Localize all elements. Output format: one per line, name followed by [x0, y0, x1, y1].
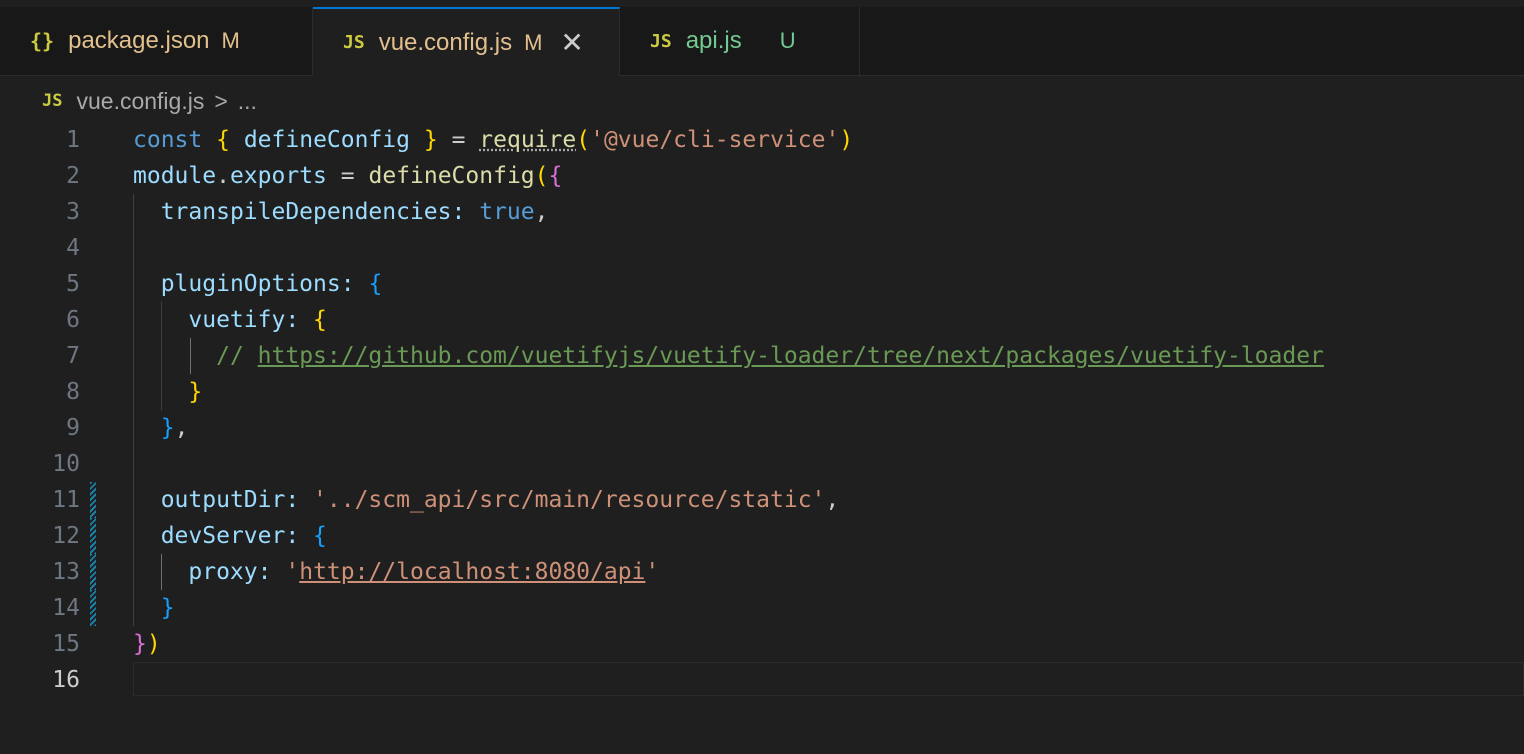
line-number: 9: [66, 415, 80, 441]
modified-line-indicator[interactable]: [90, 482, 96, 518]
code-line: 1 const { defineConfig } = require('@vue…: [0, 122, 1524, 158]
modified-line-indicator[interactable]: [90, 590, 96, 626]
line-content: pluginOptions: {: [160, 271, 383, 297]
code-line: 7 // https://github.com/vuetifyjs/vuetif…: [0, 338, 1524, 374]
tab-label: vue.config.js: [378, 28, 513, 56]
line-number: 7: [66, 343, 80, 369]
modified-line-indicator[interactable]: [90, 554, 96, 590]
code-line: 3 transpileDependencies: true,: [0, 194, 1524, 230]
code-line: 4: [0, 230, 1524, 266]
line-number: 8: [66, 379, 80, 405]
modified-line-indicator[interactable]: [90, 518, 96, 554]
line-content: devServer: {: [160, 523, 327, 549]
comment-link[interactable]: https://github.com/vuetifyjs/vuetify-loa…: [258, 343, 1324, 369]
line-number: 14: [52, 595, 80, 621]
breadcrumb-more[interactable]: ...: [238, 88, 257, 115]
code-line: 9 },: [0, 410, 1524, 446]
line-content: }: [160, 595, 175, 621]
line-number: 4: [66, 235, 80, 261]
js-file-icon: JS: [42, 91, 63, 111]
tab-api-js[interactable]: JS api.js U: [620, 7, 860, 75]
line-content: proxy: 'http://localhost:8080/api': [188, 559, 660, 585]
code-line: 14 }: [0, 590, 1524, 626]
line-content: transpileDependencies: true,: [160, 199, 549, 225]
line-content: },: [160, 415, 189, 441]
line-content: }: [188, 379, 203, 405]
proxy-url-link[interactable]: http://localhost:8080/api: [299, 559, 645, 585]
line-content: vuetify: {: [188, 307, 327, 333]
code-line: 8 }: [0, 374, 1524, 410]
line-content: }): [133, 631, 161, 657]
code-line-current: 16: [0, 662, 1524, 698]
line-content: // https://github.com/vuetifyjs/vuetify-…: [216, 343, 1324, 369]
breadcrumb: JS vue.config.js > ...: [42, 84, 257, 118]
line-number: 10: [52, 451, 80, 477]
line-number: 16: [52, 667, 80, 693]
tab-label: api.js: [685, 27, 742, 54]
line-number: 13: [52, 559, 80, 585]
code-line: 2 module.exports = defineConfig({: [0, 158, 1524, 194]
line-number: 5: [66, 271, 80, 297]
indent-guide: [133, 446, 134, 482]
line-number: 12: [52, 523, 80, 549]
js-file-icon: JS: [650, 30, 672, 52]
code-line: 10: [0, 446, 1524, 482]
line-number: 11: [52, 487, 80, 513]
tab-bar: {} package.json M JS vue.config.js M ✕ J…: [0, 0, 1524, 76]
line-number: 1: [66, 127, 80, 153]
json-file-icon: {}: [30, 29, 55, 53]
line-number: 15: [52, 631, 80, 657]
line-content: outputDir: '../scm_api/src/main/resource…: [160, 487, 840, 513]
code-editor[interactable]: 1 const { defineConfig } = require('@vue…: [0, 122, 1524, 698]
chevron-right-icon: >: [214, 87, 228, 114]
git-status-badge: U: [779, 28, 796, 53]
line-number: 6: [66, 307, 80, 333]
code-line: 13 proxy: 'http://localhost:8080/api': [0, 554, 1524, 590]
line-number: 2: [66, 163, 80, 189]
current-line-highlight[interactable]: [133, 662, 1524, 696]
git-status-badge: M: [524, 29, 543, 55]
tab-package-json[interactable]: {} package.json M: [0, 7, 313, 75]
tab-label: package.json: [68, 27, 210, 54]
close-icon[interactable]: ✕: [560, 28, 583, 57]
indent-guide: [133, 230, 134, 266]
code-line: 15 }): [0, 626, 1524, 662]
line-number: 3: [66, 199, 80, 225]
code-line: 11 outputDir: '../scm_api/src/main/resou…: [0, 482, 1524, 518]
js-file-icon: JS: [343, 32, 365, 53]
git-status-badge: M: [221, 28, 240, 53]
code-line: 12 devServer: {: [0, 518, 1524, 554]
breadcrumb-file[interactable]: vue.config.js: [76, 88, 204, 115]
tab-vue-config-js[interactable]: JS vue.config.js M ✕: [313, 7, 620, 76]
line-content: module.exports = defineConfig({: [133, 163, 563, 189]
code-line: 6 vuetify: {: [0, 302, 1524, 338]
line-content: const { defineConfig } = require('@vue/c…: [133, 127, 854, 153]
code-line: 5 pluginOptions: {: [0, 266, 1524, 302]
